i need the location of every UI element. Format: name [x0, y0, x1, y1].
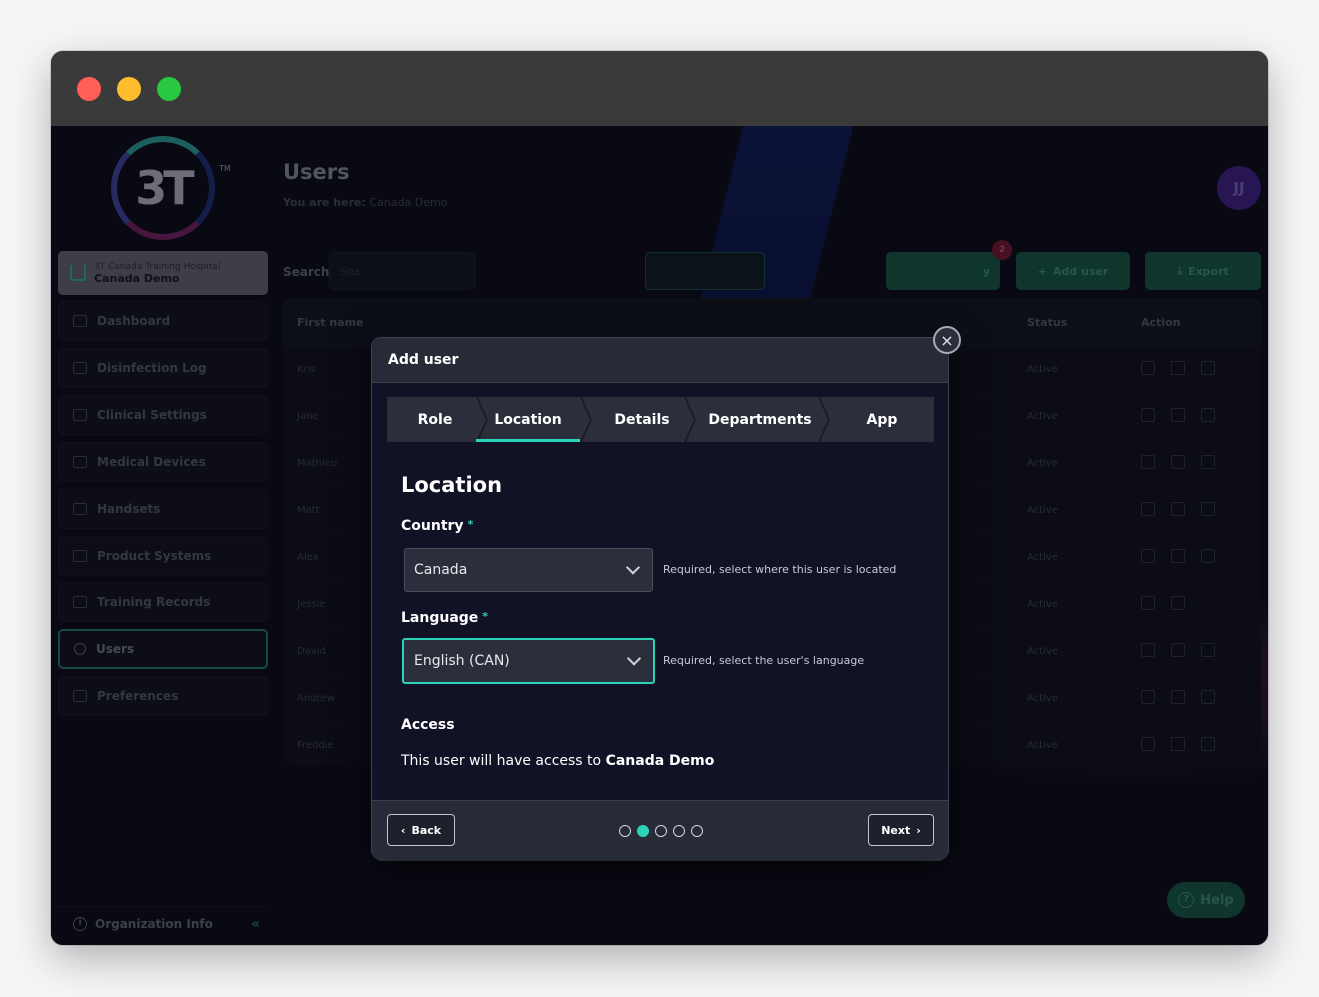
add-user-modal: Add user × Role Location Details Departm… — [371, 326, 961, 861]
step-departments[interactable]: Departments — [694, 397, 826, 442]
window-titlebar — [51, 51, 1268, 126]
step-details[interactable]: Details — [590, 397, 694, 442]
language-label: Language * — [401, 610, 488, 626]
language-label-text: Language — [401, 610, 479, 626]
chevron-down-icon — [626, 651, 642, 666]
country-label-text: Country — [401, 518, 464, 534]
progress-dot — [673, 825, 685, 837]
step-role[interactable]: Role — [387, 397, 483, 442]
close-window-button[interactable] — [77, 77, 101, 101]
next-button[interactable]: Next › — [868, 814, 934, 846]
language-value: English (CAN) — [414, 653, 510, 669]
progress-dot — [655, 825, 667, 837]
required-marker: * — [482, 610, 489, 623]
language-select[interactable]: English (CAN) — [402, 638, 655, 684]
progress-dot — [619, 825, 631, 837]
access-organization: Canada Demo — [605, 753, 715, 769]
access-label: Access — [401, 717, 455, 733]
country-value: Canada — [414, 562, 468, 578]
access-description: This user will have access to Canada Dem… — [401, 753, 714, 769]
language-hint: Required, select the user's language — [663, 654, 865, 667]
chevron-left-icon: ‹ — [400, 823, 406, 837]
access-text: This user will have access to — [401, 753, 602, 769]
close-modal-button[interactable]: × — [933, 326, 961, 354]
progress-dot — [691, 825, 703, 837]
wizard-steps: Role Location Details Departments App — [387, 397, 934, 442]
modal-title: Add user — [388, 352, 459, 368]
app-content: 3T TM 3T Canada Training Hospital Canada… — [51, 126, 1268, 945]
next-label: Next — [881, 823, 911, 837]
step-app[interactable]: App — [830, 397, 934, 442]
country-label: Country * — [401, 518, 473, 534]
step-progress — [619, 825, 703, 837]
close-icon: × — [940, 330, 954, 350]
progress-dot-active — [637, 825, 649, 837]
browser-window: 3T TM 3T Canada Training Hospital Canada… — [51, 51, 1268, 945]
modal-footer: ‹ Back Next › — [372, 800, 948, 861]
modal-header: Add user — [372, 338, 948, 383]
step-location[interactable]: Location — [476, 397, 580, 442]
country-hint: Required, select where this user is loca… — [663, 563, 897, 576]
minimize-window-button[interactable] — [117, 77, 141, 101]
section-title: Location — [401, 473, 503, 497]
step-separator — [818, 397, 831, 442]
back-button[interactable]: ‹ Back — [387, 814, 455, 846]
chevron-down-icon — [625, 560, 641, 575]
back-label: Back — [411, 823, 442, 837]
required-marker: * — [467, 518, 474, 531]
maximize-window-button[interactable] — [157, 77, 181, 101]
chevron-right-icon: › — [916, 823, 921, 837]
country-select[interactable]: Canada — [404, 548, 653, 592]
